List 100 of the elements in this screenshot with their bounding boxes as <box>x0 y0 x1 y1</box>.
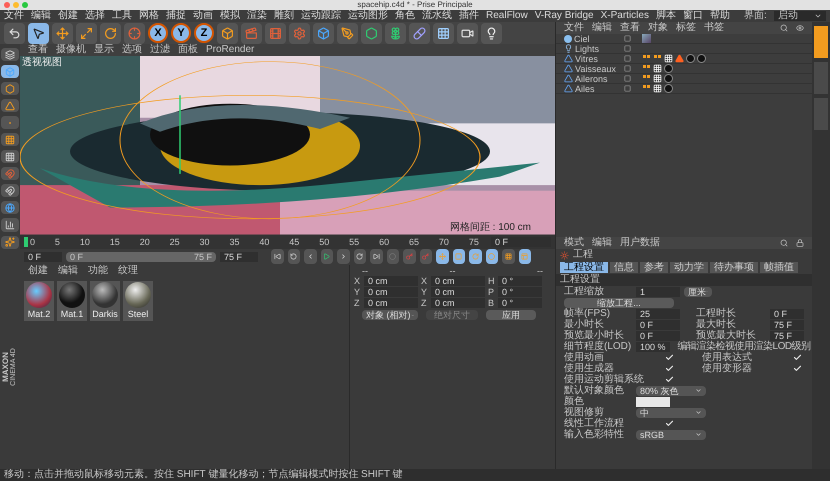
coordinate-field[interactable]: 0 cm <box>364 298 418 308</box>
playhead[interactable] <box>24 236 28 246</box>
tool-button[interactable] <box>433 22 454 44</box>
number-field[interactable]: 0 F <box>636 320 680 330</box>
checker-tag-icon[interactable] <box>653 74 662 83</box>
tool-button[interactable] <box>481 22 502 44</box>
menu-item[interactable]: 模式 <box>564 237 584 249</box>
menu-item[interactable]: 摄像机 <box>56 44 86 56</box>
tool-button[interactable] <box>457 22 478 44</box>
menu-item[interactable]: 动画 <box>193 10 213 22</box>
tool-button[interactable] <box>409 22 430 44</box>
tool-button[interactable] <box>1 99 19 112</box>
tab[interactable]: 帧插值 <box>760 262 798 273</box>
tool-button[interactable] <box>1 201 19 214</box>
number-field[interactable]: 75 F <box>770 320 804 330</box>
tab[interactable]: 参考 <box>640 262 668 273</box>
number-field[interactable]: 0 F <box>636 330 680 340</box>
tool-button[interactable] <box>76 22 97 44</box>
tool-button[interactable] <box>217 22 238 44</box>
eye-icon[interactable] <box>796 24 804 32</box>
menu-item[interactable]: 标签 <box>676 22 696 34</box>
tool-button[interactable] <box>1 133 19 146</box>
menu-item[interactable]: 工具 <box>112 10 132 22</box>
tool-button[interactable] <box>385 22 406 44</box>
menu-item[interactable]: 查看 <box>620 22 640 34</box>
tab[interactable]: 工程设置 <box>560 262 608 273</box>
menu-item[interactable]: 网格 <box>139 10 159 22</box>
menu-item[interactable]: ProRender <box>206 44 254 56</box>
coordinate-field[interactable]: 0 cm <box>364 276 418 286</box>
frame-field[interactable]: 75 F <box>220 252 258 262</box>
checkbox[interactable] <box>792 352 802 362</box>
number-field[interactable]: 1 <box>636 286 680 296</box>
menu-item[interactable]: X-Particles <box>600 10 649 22</box>
menu-item[interactable]: 查看 <box>28 44 48 56</box>
tool-button[interactable] <box>486 249 498 264</box>
layout-dropdown[interactable]: 启动 <box>774 11 826 21</box>
object-row[interactable]: Lights <box>556 44 812 54</box>
tool-button[interactable] <box>1 218 19 232</box>
checker-tag-icon[interactable] <box>653 64 662 73</box>
menu-item[interactable]: 显示 <box>94 44 114 56</box>
menu-item[interactable]: 模拟 <box>220 10 240 22</box>
menu-item[interactable]: 运动跟踪 <box>301 10 341 22</box>
menu-item[interactable]: 文件 <box>564 22 584 34</box>
checker-tag-icon[interactable] <box>664 54 673 63</box>
triangle-tag-icon[interactable] <box>675 54 684 63</box>
material-swatch[interactable]: Darkis <box>90 280 120 320</box>
checkbox[interactable] <box>664 352 674 362</box>
coordinate-field[interactable]: 0 cm <box>431 287 485 297</box>
menu-item[interactable]: 运动图形 <box>348 10 388 22</box>
coordinate-field[interactable]: 0 ° <box>498 298 542 308</box>
checker-tag-icon[interactable] <box>653 84 662 93</box>
dropdown[interactable]: 厘米 <box>684 286 712 296</box>
menu-item[interactable]: 插件 <box>459 10 479 22</box>
tool-button[interactable] <box>100 22 121 44</box>
menu-item[interactable]: 对象 <box>648 22 668 34</box>
coordinate-field[interactable]: 0 ° <box>498 276 542 286</box>
menu-item[interactable]: 编辑 <box>592 22 612 34</box>
number-field[interactable]: 0 F <box>770 308 804 318</box>
dropdown[interactable]: 对象 (相对) <box>362 310 418 320</box>
tool-button[interactable] <box>469 249 482 264</box>
apply-button[interactable]: 应用 <box>486 310 536 320</box>
tool-button[interactable] <box>1 82 19 96</box>
checkbox[interactable] <box>664 418 674 428</box>
menu-item[interactable]: 纹理 <box>118 264 138 276</box>
menu-item[interactable]: 窗口 <box>682 10 703 22</box>
tab[interactable]: 待办事项 <box>710 262 758 273</box>
color-swatch[interactable] <box>636 396 670 406</box>
number-field[interactable]: 25 <box>636 308 680 318</box>
tool-button[interactable] <box>288 249 300 264</box>
menu-item[interactable]: 脚本 <box>656 10 676 22</box>
menu-item[interactable]: 用户数据 <box>620 237 660 249</box>
tool-button[interactable] <box>361 22 382 44</box>
tab[interactable]: 动力学 <box>670 262 708 273</box>
dropdown[interactable]: 80% 灰色 <box>636 386 706 396</box>
tab[interactable]: 信息 <box>610 262 638 273</box>
object-row[interactable]: Ailes <box>556 84 812 94</box>
object-row[interactable]: Ailerons <box>556 74 812 84</box>
tool-button[interactable] <box>452 249 465 264</box>
tool-button[interactable] <box>436 249 448 264</box>
menu-item[interactable]: 渲染 <box>247 10 267 22</box>
checkbox[interactable] <box>664 374 674 384</box>
scale-project-button[interactable]: 缩放工程... <box>564 298 674 308</box>
menu-item[interactable]: 文件 <box>4 10 24 22</box>
tool-button[interactable] <box>271 249 284 264</box>
object-row[interactable]: Ciel <box>556 34 812 44</box>
tool-button[interactable] <box>1 236 19 249</box>
axis-button[interactable]: X <box>148 23 168 43</box>
coordinate-field[interactable]: 0 cm <box>431 276 485 286</box>
search-icon[interactable] <box>780 239 788 247</box>
menu-item[interactable]: RealFlow <box>486 10 528 22</box>
number-field[interactable]: 100 % <box>636 342 670 352</box>
menu-item[interactable]: V-Ray Bridge <box>534 10 594 22</box>
tool-button[interactable] <box>337 22 358 44</box>
tool-button[interactable] <box>28 22 49 44</box>
object-row[interactable]: Vitres <box>556 54 812 64</box>
menu-item[interactable]: 流水线 <box>422 10 452 22</box>
menu-item[interactable]: 角色 <box>395 10 415 22</box>
timeline-ruler[interactable]: 0 5 10 15 20 25 30 35 40 45 50 55 60 65 70 75 <box>24 236 487 248</box>
frame-field[interactable]: 0 F <box>24 252 62 262</box>
menu-item[interactable]: 面板 <box>178 44 198 56</box>
